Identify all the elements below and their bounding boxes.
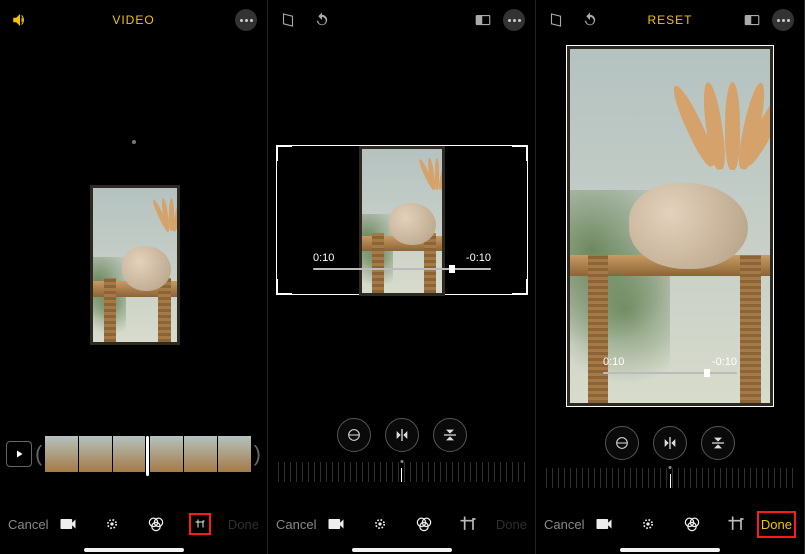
playhead[interactable]: [146, 436, 149, 476]
video-mode-icon[interactable]: [593, 513, 615, 535]
cancel-button[interactable]: Cancel: [276, 517, 316, 532]
crop-handle-br[interactable]: [512, 279, 528, 295]
play-button[interactable]: [6, 441, 32, 467]
done-button[interactable]: Done: [228, 517, 259, 532]
page-dot: [132, 140, 136, 144]
home-indicator: [84, 548, 184, 552]
mode-title: VIDEO: [112, 13, 154, 27]
bottombar: Cancel Done: [0, 506, 267, 542]
video-mode-icon[interactable]: [57, 513, 79, 535]
transform-tools: [268, 418, 535, 452]
flip-vertical-icon[interactable]: [433, 418, 467, 452]
cancel-button[interactable]: Cancel: [544, 517, 584, 532]
adjust-icon[interactable]: [369, 513, 391, 535]
flip-horizontal-icon[interactable]: [653, 426, 687, 460]
angle-ruler[interactable]: [278, 462, 525, 482]
topbar: RESET: [536, 0, 804, 40]
home-indicator: [352, 548, 452, 552]
video-preview[interactable]: [90, 185, 180, 345]
more-icon[interactable]: [235, 9, 257, 31]
topbar: [268, 0, 535, 40]
time-scrubber[interactable]: 0:10 -0:10: [603, 356, 737, 368]
crop-icon[interactable]: [189, 513, 211, 535]
time-remaining: -0:10: [466, 252, 491, 264]
aspect-ratio-icon[interactable]: [742, 10, 762, 30]
video-preview[interactable]: [567, 46, 773, 406]
crop-handle-tr[interactable]: [512, 145, 528, 161]
angle-ruler[interactable]: [546, 468, 794, 488]
video-preview[interactable]: [359, 146, 445, 296]
trim-handle-right[interactable]: ): [254, 441, 261, 467]
topbar: VIDEO: [0, 0, 267, 40]
screenshot-1: VIDEO ( ) Cancel Do: [0, 0, 268, 554]
cancel-button[interactable]: Cancel: [8, 517, 48, 532]
sound-icon[interactable]: [10, 10, 30, 30]
trim-handle-left[interactable]: (: [35, 441, 42, 467]
home-indicator: [620, 548, 720, 552]
video-timeline[interactable]: ( ): [6, 434, 261, 474]
transform-tools: [536, 426, 804, 460]
crop-icon[interactable]: [457, 513, 479, 535]
more-icon[interactable]: [772, 9, 794, 31]
timeline-frames[interactable]: [45, 436, 250, 472]
time-elapsed: 0:10: [313, 252, 334, 264]
adjust-icon[interactable]: [637, 513, 659, 535]
skew-icon[interactable]: [278, 10, 298, 30]
straighten-icon[interactable]: [337, 418, 371, 452]
aspect-ratio-icon[interactable]: [473, 10, 493, 30]
play-icon: [13, 448, 25, 460]
time-scrubber[interactable]: 0:10 -0:10: [313, 252, 491, 264]
bottombar: Cancel Done: [536, 506, 804, 542]
filters-icon[interactable]: [413, 513, 435, 535]
flip-horizontal-icon[interactable]: [385, 418, 419, 452]
skew-icon[interactable]: [546, 10, 566, 30]
rotate-icon[interactable]: [580, 10, 600, 30]
bottombar: Cancel Done: [268, 506, 535, 542]
filters-icon[interactable]: [681, 513, 703, 535]
more-icon[interactable]: [503, 9, 525, 31]
filters-icon[interactable]: [145, 513, 167, 535]
straighten-icon[interactable]: [605, 426, 639, 460]
crop-icon[interactable]: [725, 513, 747, 535]
flip-vertical-icon[interactable]: [701, 426, 735, 460]
reset-button[interactable]: RESET: [647, 13, 692, 27]
adjust-icon[interactable]: [101, 513, 123, 535]
crop-frame[interactable]: 0:10 -0:10: [566, 45, 774, 407]
screenshot-2: 0:10 -0:10 Cancel Done: [268, 0, 536, 554]
crop-handle-bl[interactable]: [276, 279, 292, 295]
screenshot-3: RESET 0:10 -0:10: [536, 0, 805, 554]
crop-handle-tl[interactable]: [276, 145, 292, 161]
crop-frame[interactable]: 0:10 -0:10: [276, 145, 528, 295]
time-elapsed: 0:10: [603, 356, 624, 368]
rotate-icon[interactable]: [312, 10, 332, 30]
time-remaining: -0:10: [712, 356, 737, 368]
done-button[interactable]: Done: [496, 517, 527, 532]
done-button[interactable]: Done: [757, 511, 796, 538]
video-mode-icon[interactable]: [325, 513, 347, 535]
